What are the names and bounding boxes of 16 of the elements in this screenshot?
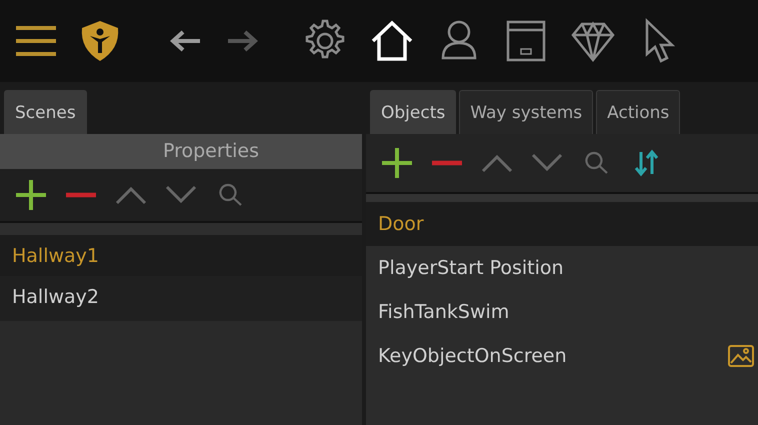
menu-icon[interactable]	[16, 24, 56, 58]
object-list-item[interactable]: PlayerStart Position	[378, 257, 564, 279]
add-icon[interactable]	[14, 178, 48, 212]
scenes-tab[interactable]: Scenes	[4, 90, 87, 134]
object-list-item[interactable]: Door	[378, 213, 424, 235]
add-icon[interactable]	[380, 146, 414, 180]
object-list-item[interactable]: FishTankSwim	[378, 301, 510, 323]
home-icon[interactable]	[369, 18, 415, 64]
scene-list-item[interactable]: Hallway1	[0, 235, 362, 276]
scene-list-item[interactable]: Hallway2	[0, 276, 362, 317]
panel-tab[interactable]: Objects	[370, 90, 456, 134]
panel-tab[interactable]: Actions	[596, 90, 680, 134]
panel-tab[interactable]: Way systems	[459, 90, 594, 134]
back-arrow-icon[interactable]	[168, 29, 202, 53]
object-list-item[interactable]: KeyObjectOnScreen	[378, 345, 567, 367]
properties-header: Properties	[0, 134, 362, 169]
